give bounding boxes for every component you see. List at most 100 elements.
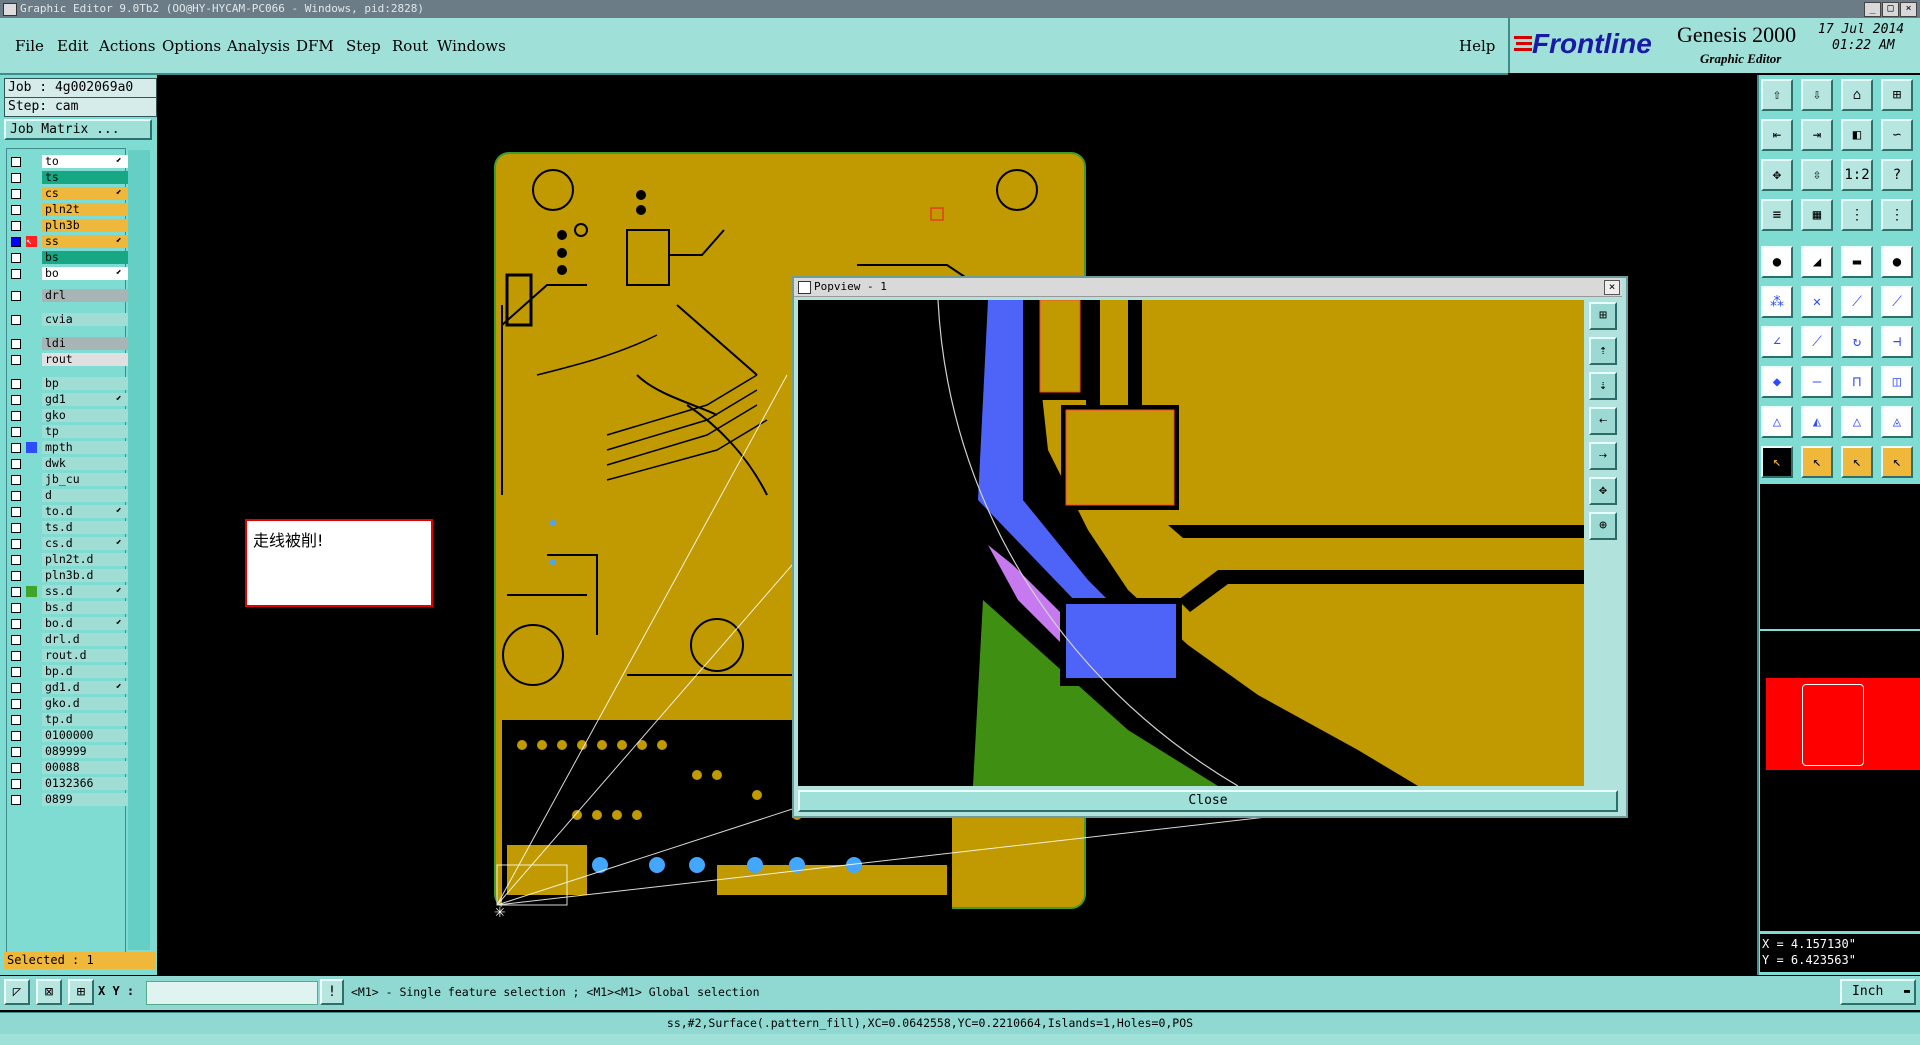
mode-icon-2[interactable]: ⊠ xyxy=(36,979,62,1005)
measure-icon[interactable]: ⋮ xyxy=(1841,199,1873,231)
grid-icon[interactable]: ▦ xyxy=(1801,199,1833,231)
layer-checkbox[interactable] xyxy=(11,571,21,581)
layer-checkbox[interactable] xyxy=(11,731,21,741)
layer-list-scrollbar[interactable] xyxy=(128,150,150,950)
popview-close-x-icon[interactable]: × xyxy=(1604,280,1620,295)
polygon-select-icon[interactable]: ◢ xyxy=(1801,246,1833,278)
layers-icon[interactable]: ≡ xyxy=(1761,199,1793,231)
grid-icon[interactable]: ⊞ xyxy=(68,979,94,1005)
menu-actions[interactable]: Actions xyxy=(99,37,155,55)
layer-checkbox[interactable] xyxy=(11,699,21,709)
ruler-icon[interactable]: ▬ xyxy=(1841,246,1873,278)
layer-checkbox[interactable] xyxy=(11,427,21,437)
layer-checkbox[interactable] xyxy=(11,651,21,661)
popview-fit-icon[interactable]: ⊞ xyxy=(1589,302,1617,330)
next-view-icon[interactable]: ⇥ xyxy=(1801,119,1833,151)
xy-input[interactable] xyxy=(146,981,318,1005)
snap-node-icon[interactable]: ◆ xyxy=(1761,366,1793,398)
connect-icon[interactable]: ⁂ xyxy=(1761,286,1793,318)
layer-checkbox[interactable] xyxy=(11,411,21,421)
layer-checkbox[interactable] xyxy=(11,619,21,629)
step-up-icon[interactable]: ⇧ xyxy=(1761,79,1793,111)
layer-checkbox[interactable] xyxy=(11,763,21,773)
add-node-icon[interactable]: ⟋ xyxy=(1841,286,1873,318)
minus-icon[interactable]: — xyxy=(1801,366,1833,398)
home-icon[interactable]: ⌂ xyxy=(1841,79,1873,111)
window-tile-icon[interactable]: ⊞ xyxy=(1881,79,1913,111)
menu-options[interactable]: Options xyxy=(162,37,221,55)
popview-zoom-fit-icon[interactable]: ✥ xyxy=(1589,477,1617,505)
menu-windows[interactable]: Windows xyxy=(437,37,506,55)
slash-icon[interactable]: ⟋ xyxy=(1801,326,1833,358)
layer-checkbox[interactable] xyxy=(11,205,21,215)
layer-checkbox[interactable] xyxy=(11,157,21,167)
menu-file[interactable]: File xyxy=(15,37,44,55)
angle-icon[interactable]: ∠ xyxy=(1761,326,1793,358)
layer-checkbox[interactable] xyxy=(11,339,21,349)
layer-checkbox[interactable] xyxy=(11,779,21,789)
zoom-home-icon[interactable]: ⇳ xyxy=(1801,159,1833,191)
info-icon[interactable]: ! xyxy=(320,979,344,1005)
layer-checkbox[interactable] xyxy=(11,507,21,517)
layer-checkbox[interactable] xyxy=(11,315,21,325)
layer-checkbox[interactable] xyxy=(11,539,21,549)
measure-multi-icon[interactable]: ⋮ xyxy=(1881,199,1913,231)
layer-checkbox[interactable] xyxy=(11,795,21,805)
circle-select-icon[interactable]: ● xyxy=(1761,246,1793,278)
help-query-icon[interactable]: ? xyxy=(1881,159,1913,191)
line-node-icon[interactable]: ⟋ xyxy=(1881,286,1913,318)
layer-checkbox[interactable] xyxy=(11,189,21,199)
popview-zoom-down-icon[interactable]: ⇣ xyxy=(1589,372,1617,400)
layer-checkbox[interactable] xyxy=(11,523,21,533)
layer-checkbox[interactable] xyxy=(11,395,21,405)
layer-checkbox[interactable] xyxy=(11,683,21,693)
bracket-icon[interactable]: ⊓ xyxy=(1841,366,1873,398)
snap-icon[interactable]: ∽ xyxy=(1881,119,1913,151)
layer-checkbox[interactable] xyxy=(11,459,21,469)
overview-viewport[interactable] xyxy=(1802,684,1864,766)
layer-checkbox[interactable] xyxy=(11,173,21,183)
popview-canvas[interactable] xyxy=(798,299,1584,787)
pointer-icon[interactable]: ↖ xyxy=(1801,446,1833,478)
menu-edit[interactable]: Edit xyxy=(57,37,88,55)
popview-zoom-up-icon[interactable]: ⇡ xyxy=(1589,337,1617,365)
arch-alt-icon[interactable]: ◬ xyxy=(1881,406,1913,438)
rotate-icon[interactable]: ↻ xyxy=(1841,326,1873,358)
popview-center-icon[interactable]: ⊕ xyxy=(1589,512,1617,540)
layer-checkbox[interactable] xyxy=(11,603,21,613)
layer-checkbox[interactable] xyxy=(11,443,21,453)
job-matrix-button[interactable]: Job Matrix ... xyxy=(4,119,152,140)
layer-checkbox[interactable] xyxy=(11,491,21,501)
layer-checkbox[interactable] xyxy=(11,291,21,301)
step-down-icon[interactable]: ⇩ xyxy=(1801,79,1833,111)
pointer-multi-icon[interactable]: ↖ xyxy=(1881,446,1913,478)
layer-checkbox[interactable] xyxy=(11,269,21,279)
layer-checkbox[interactable] xyxy=(11,237,21,247)
arc-icon[interactable]: ◭ xyxy=(1801,406,1833,438)
layer-checkbox[interactable] xyxy=(11,587,21,597)
popview-pan-right-icon[interactable]: ⇢ xyxy=(1589,442,1617,470)
scale-1to2-icon[interactable]: 1:2 xyxy=(1841,159,1873,191)
dot-icon[interactable]: ● xyxy=(1881,246,1913,278)
split-view-icon[interactable]: ◧ xyxy=(1841,119,1873,151)
menu-analysis[interactable]: Analysis xyxy=(227,37,290,55)
triangle-icon[interactable]: △ xyxy=(1761,406,1793,438)
minimize-button[interactable]: _ xyxy=(1864,2,1881,17)
menu-rout[interactable]: Rout xyxy=(392,37,428,55)
prev-view-icon[interactable]: ⇤ xyxy=(1761,119,1793,151)
arch-icon[interactable]: △ xyxy=(1841,406,1873,438)
pointer-alt-icon[interactable]: ↖ xyxy=(1841,446,1873,478)
layer-checkbox[interactable] xyxy=(11,667,21,677)
mode-icon-1[interactable]: ◸ xyxy=(4,979,30,1005)
layer-checkbox[interactable] xyxy=(11,715,21,725)
layer-checkbox[interactable] xyxy=(11,379,21,389)
layer-checkbox[interactable] xyxy=(11,253,21,263)
menu-dfm[interactable]: DFM xyxy=(296,37,334,55)
maximize-button[interactable]: □ xyxy=(1882,2,1899,17)
cross-icon[interactable]: ✕ xyxy=(1801,286,1833,318)
mirror-icon[interactable]: ⊣ xyxy=(1881,326,1913,358)
layer-checkbox[interactable] xyxy=(11,555,21,565)
layer-checkbox[interactable] xyxy=(11,475,21,485)
close-window-button[interactable]: × xyxy=(1900,2,1917,17)
units-dropdown[interactable]: Inch ▬ xyxy=(1840,979,1916,1005)
